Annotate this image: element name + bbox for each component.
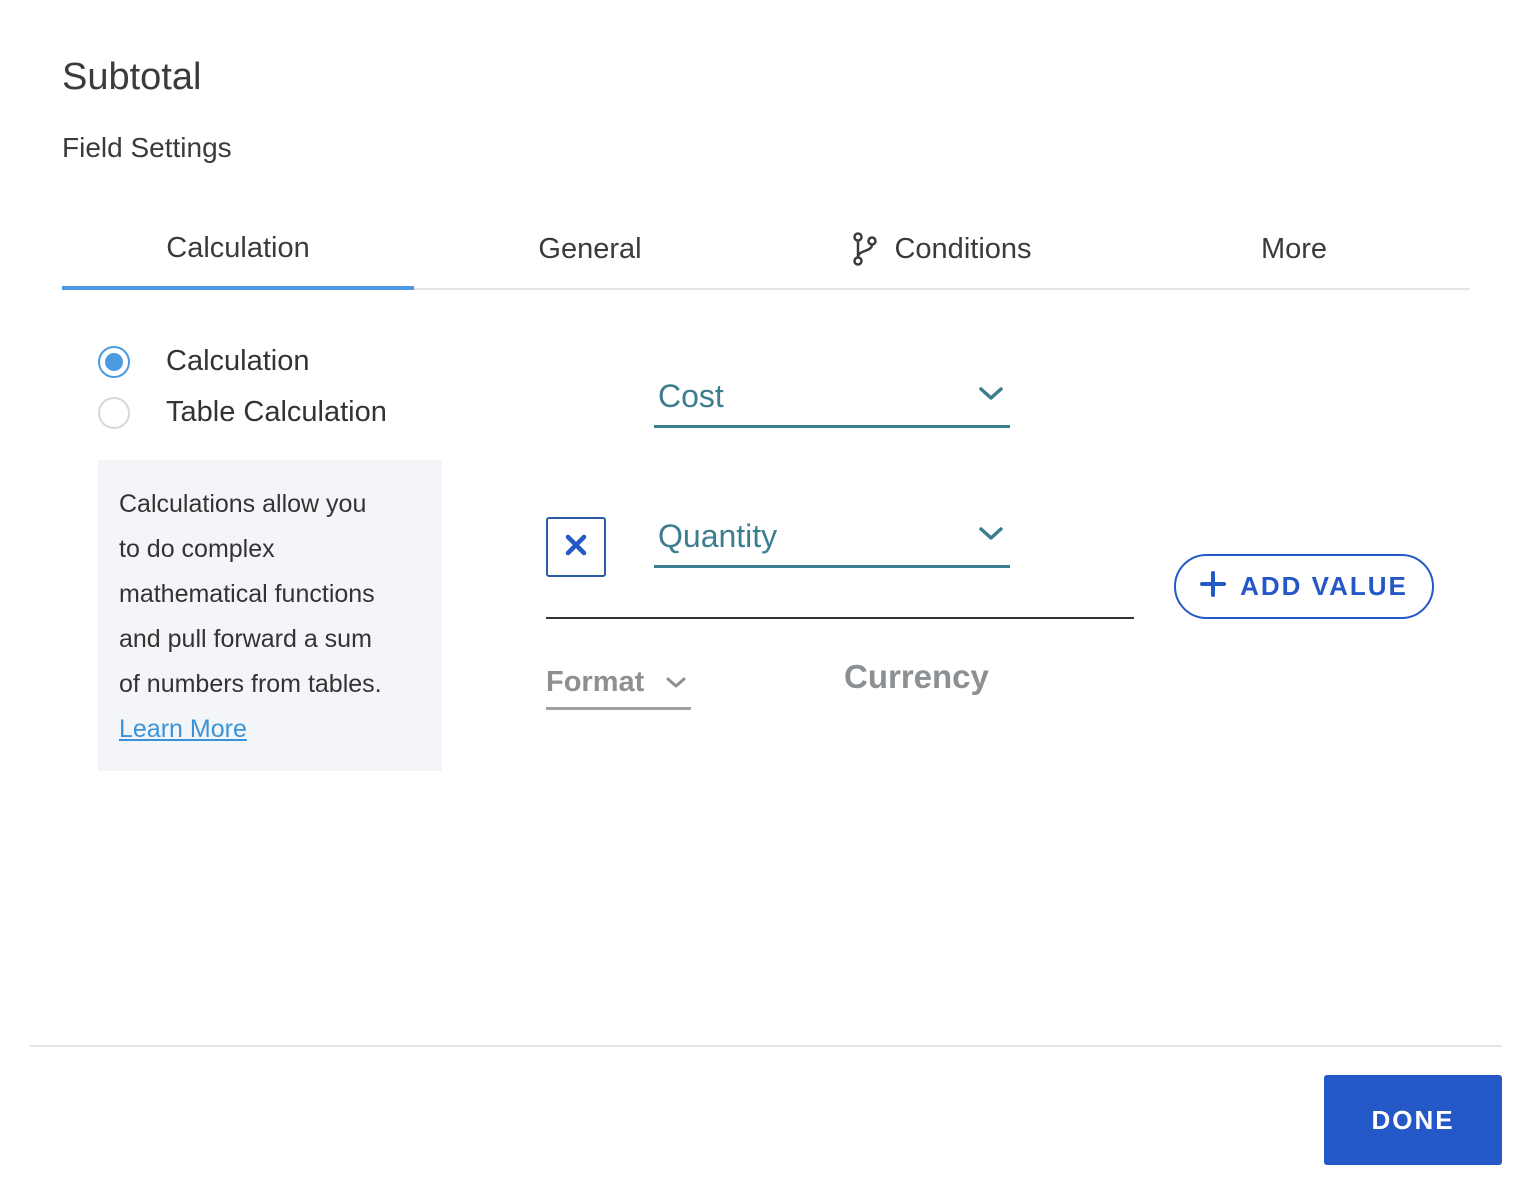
first-value-select[interactable]: Cost bbox=[654, 368, 1010, 428]
select-value: Quantity bbox=[658, 518, 778, 554]
dialog-subtitle: Field Settings bbox=[62, 132, 232, 163]
tab-label: Calculation bbox=[166, 231, 310, 264]
format-select[interactable]: Format bbox=[546, 658, 691, 710]
format-label: Format bbox=[546, 666, 645, 698]
info-text-line: Calculations allow you bbox=[119, 490, 367, 518]
chevron-down-icon bbox=[665, 676, 687, 690]
branch-icon bbox=[852, 232, 878, 266]
tab-conditions[interactable]: Conditions bbox=[766, 210, 1118, 288]
tab-bar: Calculation General Conditions More bbox=[62, 210, 1470, 290]
radio-button[interactable] bbox=[98, 396, 130, 429]
info-text-line: to do complex bbox=[119, 535, 275, 563]
tab-label: Conditions bbox=[894, 232, 1032, 265]
tab-label: General bbox=[538, 232, 642, 265]
second-value-select[interactable]: Quantity bbox=[654, 508, 1010, 568]
tab-calculation[interactable]: Calculation bbox=[62, 210, 414, 290]
select-value: Cost bbox=[658, 378, 724, 414]
learn-more-link[interactable]: Learn More bbox=[119, 715, 247, 743]
footer-divider bbox=[30, 1045, 1502, 1047]
dialog-title: Subtotal bbox=[62, 56, 202, 98]
info-text-line: of numbers from tables. bbox=[119, 670, 382, 698]
info-box: Calculations allow you to do complex mat… bbox=[98, 460, 442, 771]
radio-calculation[interactable]: Calculation bbox=[98, 345, 309, 378]
chevron-down-icon bbox=[978, 526, 1004, 547]
radio-table-calculation[interactable]: Table Calculation bbox=[98, 396, 387, 429]
radio-label: Table Calculation bbox=[166, 396, 387, 428]
info-text-line: and pull forward a sum bbox=[119, 625, 372, 653]
add-value-button[interactable]: ADD VALUE bbox=[1174, 554, 1434, 619]
info-text-line: mathematical functions bbox=[119, 580, 375, 608]
sum-divider bbox=[546, 617, 1134, 619]
tab-label: More bbox=[1260, 232, 1328, 265]
tab-general[interactable]: General bbox=[414, 210, 766, 288]
radio-button-selected[interactable] bbox=[98, 345, 130, 378]
multiply-icon bbox=[564, 533, 588, 562]
remove-value-button[interactable] bbox=[546, 517, 606, 577]
done-button[interactable]: DONE bbox=[1324, 1075, 1502, 1165]
format-value: Currency bbox=[844, 658, 989, 695]
plus-icon bbox=[1200, 571, 1227, 602]
chevron-down-icon bbox=[978, 386, 1004, 407]
radio-label: Calculation bbox=[166, 345, 310, 377]
tab-more[interactable]: More bbox=[1118, 210, 1470, 288]
done-label: DONE bbox=[1371, 1104, 1455, 1135]
add-value-label: ADD VALUE bbox=[1240, 571, 1408, 601]
